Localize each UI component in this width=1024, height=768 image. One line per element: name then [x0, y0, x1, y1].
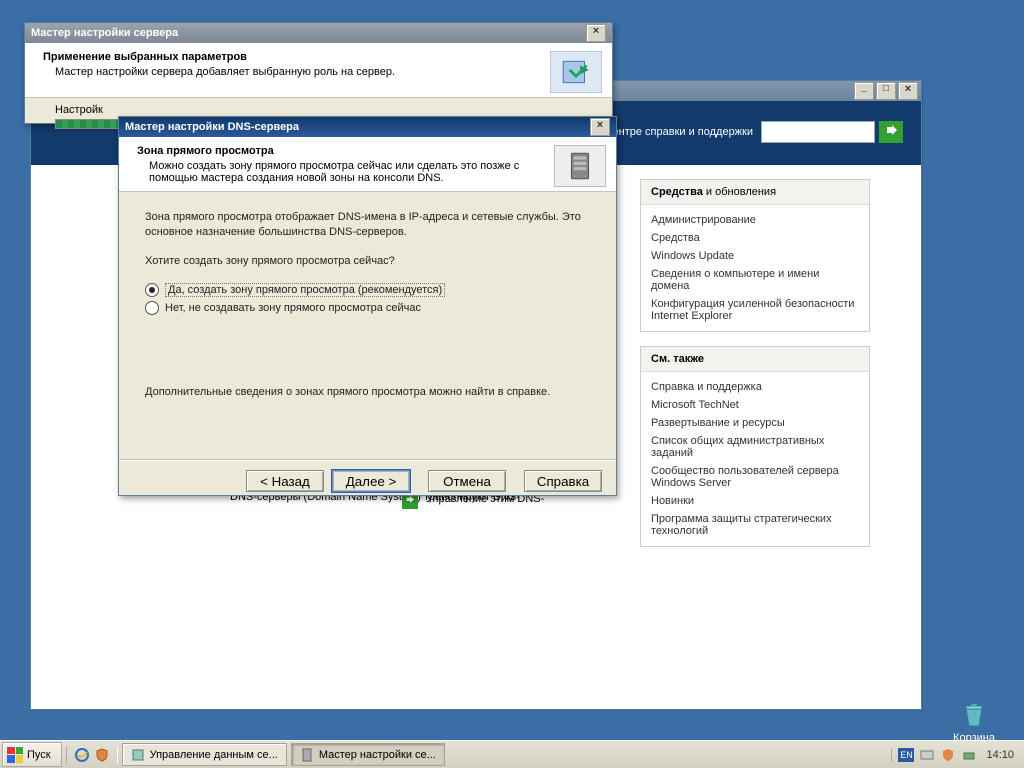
side-link[interactable]: Список общих административных заданий — [651, 432, 859, 462]
radio-create-zone-no[interactable]: Нет, не создавать зону прямого просмотра… — [145, 301, 590, 315]
wizard-question: Хотите создать зону прямого просмотра се… — [145, 254, 590, 269]
wizard-heading: Зона прямого просмотра — [137, 145, 554, 157]
see-also-box: См. также Справка и поддержка Microsoft … — [640, 346, 870, 547]
radio-icon — [145, 301, 159, 315]
maximize-button[interactable]: □ — [876, 82, 896, 100]
tray-icon[interactable] — [919, 748, 935, 762]
side-link[interactable]: Сведения о компьютере и имени домена — [651, 265, 859, 295]
tools-updates-box: Средства и обновления Администрирование … — [640, 179, 870, 332]
side-link[interactable]: Программа защиты стратегических технолог… — [651, 510, 859, 540]
search-go-button[interactable] — [879, 121, 903, 143]
taskbar-item-label: Управление данным се... — [150, 749, 278, 761]
radio-icon — [145, 283, 159, 297]
wizard-paragraph: Зона прямого просмотра отображает DNS-им… — [145, 210, 590, 240]
ie-icon[interactable] — [73, 746, 91, 764]
close-button[interactable]: × — [898, 82, 918, 100]
wizard-subheading: Можно создать зону прямого просмотра сей… — [149, 160, 554, 184]
search-input[interactable] — [761, 121, 875, 143]
close-button[interactable]: × — [586, 24, 606, 42]
wizard-subheading: Мастер настройки сервера добавляет выбра… — [55, 66, 550, 78]
start-label: Пуск — [27, 749, 51, 761]
quick-launch — [66, 746, 118, 764]
language-indicator[interactable]: EN — [898, 748, 914, 762]
windows-flag-icon — [7, 747, 23, 763]
dns-config-wizard-window: Мастер настройки DNS-сервера × Зона прям… — [118, 116, 617, 496]
taskbar-item-dns-wizard[interactable]: Мастер настройки се... — [291, 743, 445, 766]
server-icon — [300, 748, 314, 762]
server-icon — [131, 748, 145, 762]
tray-clock[interactable]: 14:10 — [982, 749, 1018, 761]
taskbar: Пуск Управление данным се... Мастер наст… — [0, 740, 1024, 768]
taskbar-item-manage-server[interactable]: Управление данным се... — [122, 743, 287, 766]
radio-label: Да, создать зону прямого просмотра (реко… — [165, 283, 445, 297]
side-link[interactable]: Развертывание и ресурсы — [651, 414, 859, 432]
radio-label: Нет, не создавать зону прямого просмотра… — [165, 302, 421, 314]
system-tray: EN 14:10 — [891, 748, 1024, 762]
recycle-bin[interactable]: Корзина — [944, 698, 1004, 744]
side-link[interactable]: Справка и поддержка — [651, 378, 859, 396]
side-link[interactable]: Конфигурация усиленной безопасности Inte… — [651, 295, 859, 325]
arrow-right-icon — [883, 124, 899, 140]
cancel-button[interactable]: Отмена — [428, 470, 506, 492]
side-link[interactable]: Новинки — [651, 492, 859, 510]
side-link[interactable]: Windows Update — [651, 247, 859, 265]
minimize-button[interactable]: _ — [854, 82, 874, 100]
server-config-wizard-window: Мастер настройки сервера × Применение вы… — [24, 22, 613, 124]
side-link[interactable]: Сообщество пользователей сервера Windows… — [651, 462, 859, 492]
server-icon — [554, 145, 606, 187]
back-button[interactable]: < Назад — [246, 470, 324, 492]
side-link[interactable]: Microsoft TechNet — [651, 396, 859, 414]
next-button[interactable]: Далее > — [332, 470, 410, 492]
radio-create-zone-yes[interactable]: Да, создать зону прямого просмотра (реко… — [145, 283, 590, 297]
wizard-heading: Применение выбранных параметров — [43, 51, 550, 63]
help-button[interactable]: Справка — [524, 470, 602, 492]
shield-icon[interactable] — [93, 746, 111, 764]
start-button[interactable]: Пуск — [2, 742, 62, 767]
taskbar-item-label: Мастер настройки се... — [319, 749, 436, 761]
wizard-title: Мастер настройки DNS-сервера — [125, 121, 590, 133]
side-link[interactable]: Средства — [651, 229, 859, 247]
recycle-bin-icon — [958, 698, 990, 730]
side-link[interactable]: Администрирование — [651, 211, 859, 229]
close-button[interactable]: × — [590, 118, 610, 136]
tray-security-icon[interactable] — [940, 748, 956, 762]
wizard-hint: Дополнительные сведения о зонах прямого … — [145, 385, 590, 400]
tray-icon[interactable] — [961, 748, 977, 762]
wizard-title: Мастер настройки сервера — [31, 27, 586, 39]
server-role-icon — [550, 51, 602, 93]
